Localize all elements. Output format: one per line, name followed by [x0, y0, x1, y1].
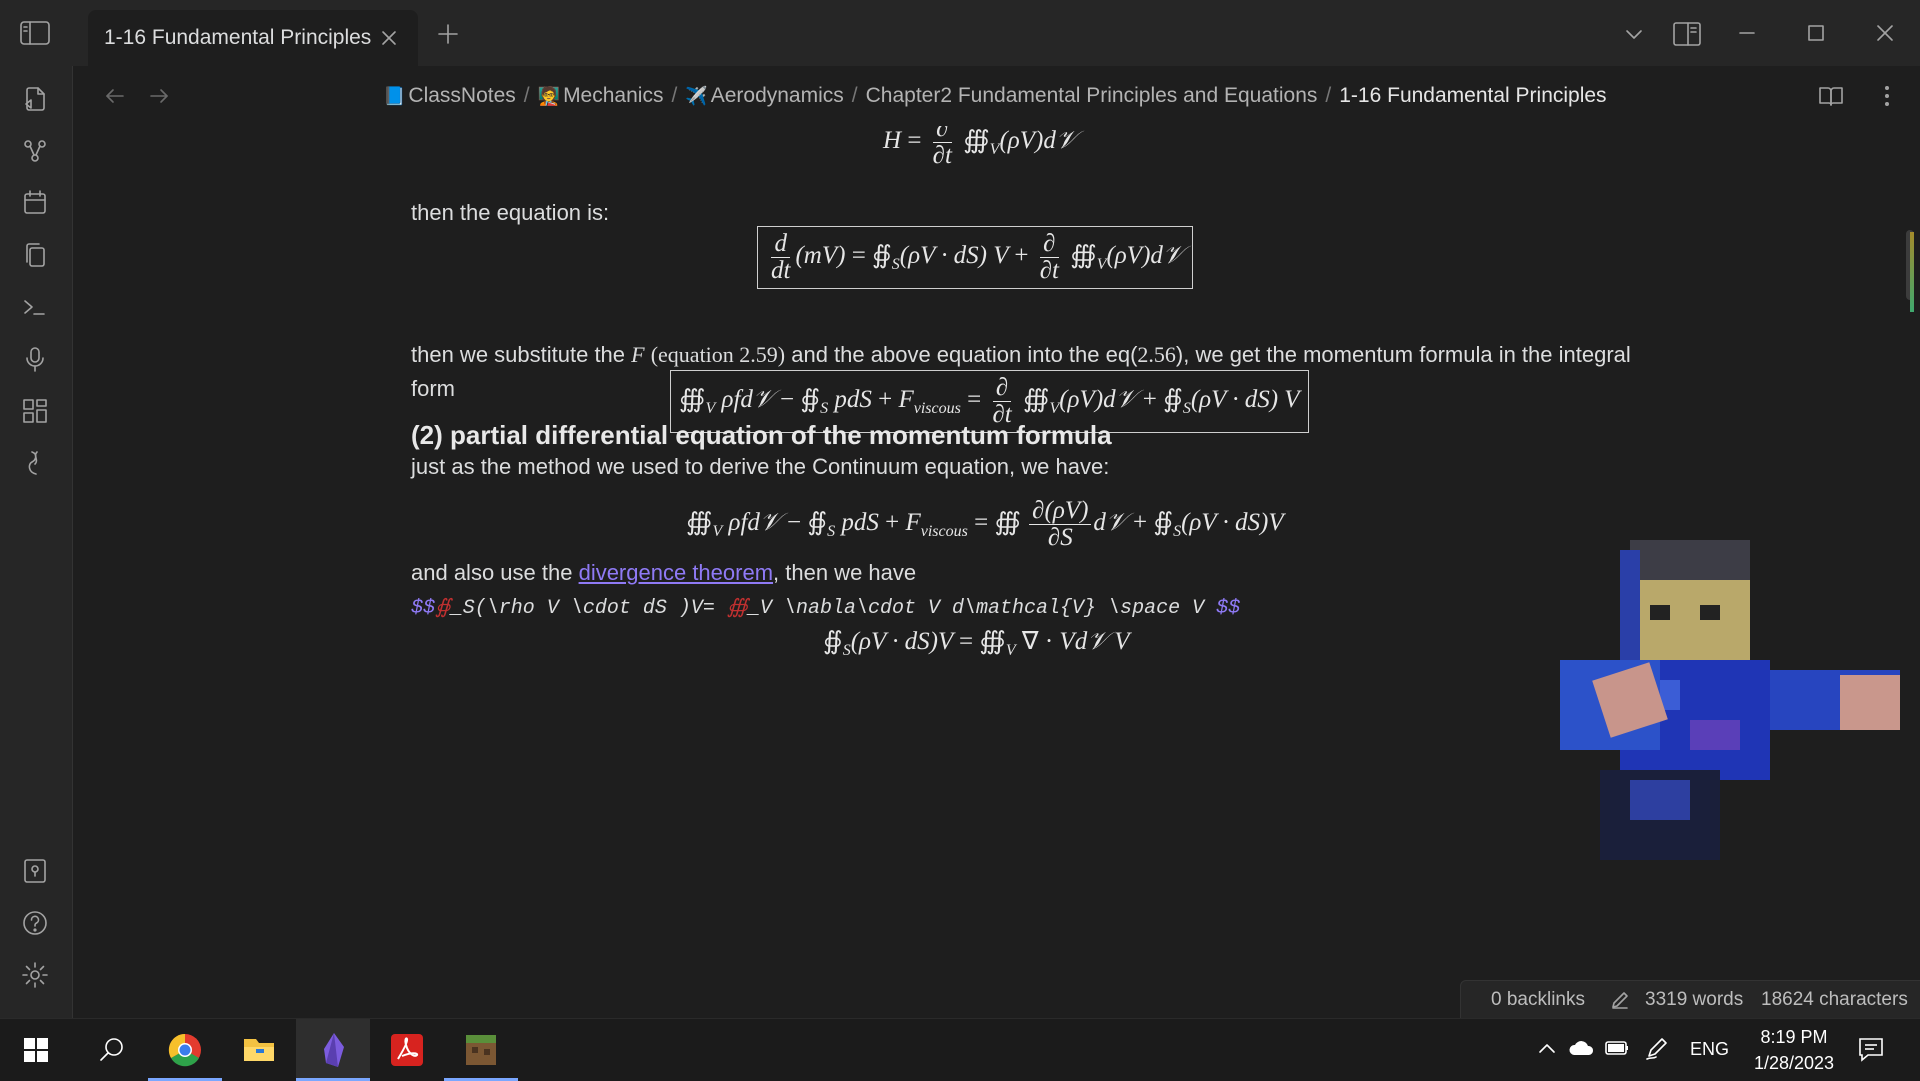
help-icon[interactable] [20, 908, 50, 938]
tab-active-note[interactable]: 1-16 Fundamental Principles [88, 10, 418, 66]
clock-date[interactable]: 1/28/2023 [1744, 1053, 1844, 1074]
forward-arrow-icon[interactable] [147, 84, 171, 108]
close-icon[interactable] [378, 27, 400, 49]
split-view-icon[interactable] [1672, 20, 1702, 48]
breadcrumb: 📘 ClassNotes / 🧑‍🏫 Mechanics / ✈️ Aerodynamics /… [383, 84, 1607, 107]
minecraft-icon[interactable] [444, 1019, 518, 1081]
windows-start-icon[interactable] [0, 1019, 74, 1081]
input-language[interactable]: ENG [1690, 1039, 1729, 1060]
character-count: 18624 characters [1761, 989, 1908, 1010]
graph-view-icon[interactable] [20, 136, 50, 166]
obsidian-icon[interactable] [296, 1019, 370, 1081]
pixel-character-image [1540, 530, 1920, 910]
terminal-icon[interactable] [20, 292, 50, 322]
section-heading: (2) partial differential equation of the… [411, 420, 1112, 450]
paragraph: and also use the divergence theorem, the… [411, 560, 917, 585]
settings-icon[interactable] [20, 960, 50, 990]
file-explorer-icon[interactable] [222, 1019, 296, 1081]
battery-icon[interactable] [1604, 1037, 1630, 1059]
word-count: 3319 words [1645, 989, 1744, 1010]
clock-time[interactable]: 8:19 PM [1754, 1027, 1834, 1048]
breadcrumb-item-chapter2[interactable]: Chapter2 Fundamental Principles and Equa… [866, 84, 1318, 107]
minimap-indicator [1910, 232, 1914, 312]
microphone-icon[interactable] [20, 344, 50, 374]
chevron-up-icon[interactable] [1534, 1035, 1560, 1061]
window-close-icon[interactable] [1874, 22, 1896, 44]
breadcrumb-item-aerodynamics[interactable]: ✈️ Aerodynamics [685, 84, 843, 107]
view-header: 📘 ClassNotes / 🧑‍🏫 Mechanics / ✈️ Aerodynamics /… [73, 66, 1920, 126]
copy-icon[interactable] [20, 240, 50, 270]
unrendered-latex-source[interactable]: $$∯_S(\rho V \cdot dS )V= ∰_V \nabla\cdo… [411, 594, 1240, 620]
chrome-icon[interactable] [148, 1019, 222, 1081]
notification-center-icon[interactable] [1856, 1035, 1886, 1063]
windows-taskbar: ENG 8:19 PM 1/28/2023 [0, 1018, 1920, 1081]
left-ribbon [0, 66, 73, 1018]
daily-note-icon[interactable] [20, 188, 50, 218]
math-H-definition: H = ∂ ∂t ∰V(ρV)d𝒱 [883, 126, 1077, 169]
breadcrumb-item-classnotes[interactable]: 📘 ClassNotes [383, 84, 516, 107]
breadcrumb-item-mechanics[interactable]: 🧑‍🏫 Mechanics [538, 84, 664, 107]
paragraph: just as the method we used to derive the… [411, 454, 1110, 479]
search-icon[interactable] [74, 1019, 148, 1081]
minimize-icon[interactable] [1736, 22, 1758, 44]
divergence-theorem-link[interactable]: divergence theorem [579, 560, 773, 585]
vault-icon[interactable] [20, 856, 50, 886]
math-differential-momentum: ∰V ρfd𝒱 − ∯S pdS + Fviscous = ∰ ∂(ρV) ∂S d… [686, 497, 1284, 551]
tab-title: 1-16 Fundamental Principles [104, 26, 372, 49]
back-arrow-icon[interactable] [103, 84, 127, 108]
chevron-down-icon[interactable] [1622, 22, 1646, 46]
tasks-icon[interactable] [20, 448, 50, 478]
paragraph: then the equation is: [411, 200, 610, 225]
acrobat-icon[interactable] [370, 1019, 444, 1081]
status-bar: 0 backlinks 3319 words 18624 characters [1460, 980, 1920, 1020]
breadcrumb-current-note[interactable]: 1-16 Fundamental Principles [1339, 84, 1606, 107]
new-tab-plus-icon[interactable] [436, 22, 460, 46]
math-divergence-theorem: ∯S(ρV · dS)V = ∰V ∇ · Vd𝒱 V [823, 628, 1130, 659]
edit-pencil-icon[interactable] [1609, 989, 1631, 1011]
backlinks-count[interactable]: 0 backlinks [1491, 989, 1585, 1011]
math-boxed-momentum-rate: d dt (mV) = ∯S(ρV · dS) V + ∂ ∂t ∰V(ρV)d𝒱 [757, 226, 1193, 289]
maximize-icon[interactable] [1805, 22, 1827, 44]
title-bar: 1-16 Fundamental Principles [0, 0, 1920, 66]
pen-icon[interactable] [1644, 1035, 1670, 1061]
dashboard-icon[interactable] [20, 396, 50, 426]
reading-view-book-icon[interactable] [1817, 82, 1845, 110]
more-options-icon[interactable] [1873, 82, 1901, 110]
open-file-icon[interactable] [20, 84, 50, 114]
onedrive-cloud-icon[interactable] [1568, 1035, 1596, 1061]
sidebar-toggle-icon[interactable] [18, 18, 52, 48]
